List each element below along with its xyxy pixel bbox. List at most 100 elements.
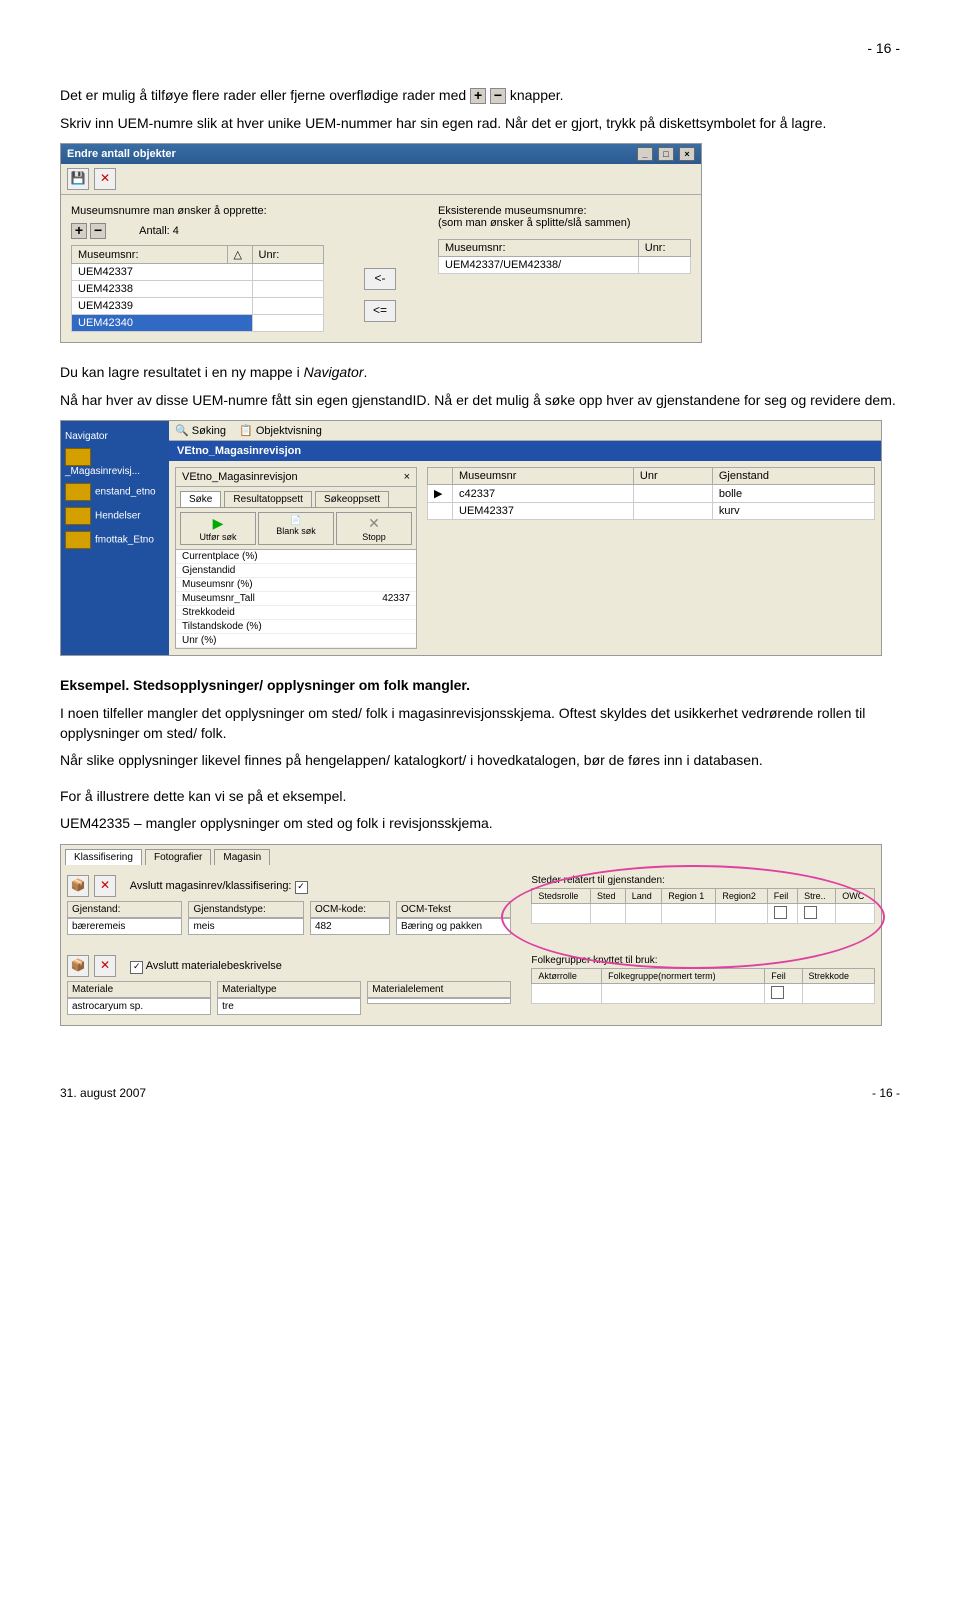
stop-button[interactable]: ✕Stopp — [336, 512, 412, 545]
close-icon[interactable]: × — [404, 471, 410, 483]
col[interactable]: Stre.. — [798, 888, 836, 903]
col-gjenstand[interactable]: Gjenstand — [712, 468, 874, 485]
param-row[interactable]: Museumsnr (%) — [176, 578, 416, 592]
tab-fotografier[interactable]: Fotografier — [145, 849, 211, 865]
label-ocm: OCM-kode: — [310, 901, 390, 918]
save-icon[interactable]: 💾 — [67, 168, 89, 190]
param-row[interactable]: Unr (%) — [176, 634, 416, 648]
table-row-selected[interactable]: UEM42340 — [72, 315, 253, 332]
col[interactable]: Feil — [767, 888, 797, 903]
close-icon[interactable]: × — [679, 147, 695, 161]
panel-title: VEtno_Magasinrevisjon — [169, 441, 881, 461]
maximize-icon[interactable]: □ — [658, 147, 674, 161]
folk-table: Aktørrolle Folkegruppe(normert term) Fei… — [531, 968, 875, 1004]
col-museumsnr[interactable]: Museumsnr: — [72, 246, 228, 264]
table-row[interactable] — [532, 983, 875, 1003]
col[interactable]: Folkegruppe(normert term) — [602, 968, 765, 983]
col[interactable]: Sted — [590, 888, 625, 903]
param-row[interactable]: Strekkodeid — [176, 606, 416, 620]
search-panel-title: VEtno_Magasinrevisjon — [182, 471, 298, 483]
page-number-top: - 16 - — [60, 40, 900, 56]
folder-icon — [65, 531, 91, 549]
navigator-label: Navigator — [65, 431, 165, 442]
col[interactable]: OWC — [836, 888, 875, 903]
input-gjenstandstype[interactable]: meis — [188, 918, 303, 935]
tab-sokeopp[interactable]: Søkeoppsett — [315, 491, 389, 507]
sidebar-item[interactable]: enstand_etno — [65, 483, 165, 501]
minimize-icon[interactable]: _ — [637, 147, 653, 161]
delete-icon[interactable]: ✕ — [94, 168, 116, 190]
plus-icon: + — [470, 88, 486, 104]
col[interactable]: Stedsrolle — [532, 888, 591, 903]
param-row[interactable]: Tilstandskode (%) — [176, 620, 416, 634]
table-row[interactable]: UEM42337kurv — [428, 503, 875, 520]
col[interactable]: Region2 — [716, 888, 767, 903]
heading-eksempel: Eksempel. Stedsopplysninger/ opplysninge… — [60, 676, 900, 696]
input-materiale[interactable]: astrocaryum sp. — [67, 998, 211, 1015]
delete-icon[interactable]: ✕ — [94, 955, 116, 977]
table-row[interactable]: UEM42337 — [72, 264, 253, 281]
col-unr[interactable]: Unr — [633, 468, 712, 485]
input-ocm[interactable]: 482 — [310, 918, 390, 935]
col[interactable]: Land — [625, 888, 661, 903]
label-materialtype: Materialtype — [217, 981, 361, 998]
tab-soking[interactable]: Søking — [192, 425, 226, 437]
navigator-sidebar: Navigator _Magasinrevisj... enstand_etno… — [61, 421, 169, 655]
input-materialelement[interactable] — [367, 998, 511, 1004]
label-gjenstandstype: Gjenstandstype: — [188, 901, 303, 918]
tab-soke[interactable]: Søke — [180, 491, 221, 507]
add-row-icon[interactable]: + — [71, 223, 87, 239]
delete-icon[interactable]: ✕ — [94, 875, 116, 897]
table-row[interactable]: UEM42338 — [72, 281, 253, 298]
steder-table: Stedsrolle Sted Land Region 1 Region2 Fe… — [531, 888, 875, 924]
col-unr-r[interactable]: Unr: — [638, 240, 690, 257]
sidebar-item[interactable]: Hendelser — [65, 507, 165, 525]
tab-objektvisning[interactable]: Objektvisning — [256, 425, 322, 437]
paragraph-4: Nå har hver av disse UEM-numre fått sin … — [60, 391, 900, 411]
col[interactable]: Aktørrolle — [532, 968, 602, 983]
object-icon[interactable]: 📦 — [67, 955, 89, 977]
move-left-button[interactable]: <- — [364, 268, 396, 290]
input-materialtype[interactable]: tre — [217, 998, 361, 1015]
label-gjenstand: Gjenstand: — [67, 901, 182, 918]
para3-b: Navigator — [304, 364, 364, 380]
tab-klassifisering[interactable]: Klassifisering — [65, 849, 142, 865]
param-row[interactable]: Museumsnr_Tall42337 — [176, 592, 416, 606]
screenshot-klassifisering: Klassifisering Fotografier Magasin 📦 ✕ A… — [60, 844, 882, 1026]
col[interactable]: Region 1 — [662, 888, 716, 903]
param-row[interactable]: Currentplace (%) — [176, 550, 416, 564]
col-museumsnr-r[interactable]: Museumsnr: — [439, 240, 639, 257]
move-all-left-button[interactable]: <= — [364, 300, 396, 322]
col-unr[interactable]: Unr: — [252, 246, 323, 264]
input-gjenstand[interactable]: bæreremeis — [67, 918, 182, 935]
count-label: Antall: 4 — [139, 225, 179, 237]
sidebar-item[interactable]: fmottak_Etno — [65, 531, 165, 549]
table-row[interactable]: UEM42337/UEM42338/ — [439, 257, 639, 274]
object-icon[interactable]: 📦 — [67, 875, 89, 897]
paragraph-6: Når slike opplysninger likevel finnes på… — [60, 751, 900, 771]
footer-page: - 16 - — [872, 1086, 900, 1100]
remove-row-icon[interactable]: − — [90, 223, 106, 239]
tab-magasin[interactable]: Magasin — [214, 849, 270, 865]
table-row[interactable] — [532, 903, 875, 923]
col[interactable]: Feil — [765, 968, 802, 983]
checkbox-avslutt[interactable]: ✓ — [295, 881, 308, 894]
window-title: Endre antall objekter — [67, 148, 176, 160]
search-params: Currentplace (%) Gjenstandid Museumsnr (… — [176, 550, 416, 648]
table-row[interactable]: UEM42339 — [72, 298, 253, 315]
blank-search-button[interactable]: 📄Blank søk — [258, 512, 334, 545]
paragraph-1: Det er mulig å tilføye flere rader eller… — [60, 86, 900, 106]
input-ocmtekst[interactable]: Bæring og pakken — [396, 918, 511, 935]
param-row[interactable]: Gjenstandid — [176, 564, 416, 578]
run-search-button[interactable]: ▶Utfør søk — [180, 512, 256, 545]
sidebar-item[interactable]: _Magasinrevisj... — [65, 448, 165, 477]
checkbox-avslutt2[interactable]: ✓ — [130, 961, 143, 974]
folder-icon — [65, 507, 91, 525]
col-museumsnr[interactable]: Museumsnr — [453, 468, 634, 485]
col[interactable]: Strekkode — [802, 968, 874, 983]
footer-date: 31. august 2007 — [60, 1086, 146, 1100]
folder-icon — [65, 448, 91, 466]
paragraph-7: For å illustrere dette kan vi se på et e… — [60, 787, 900, 807]
tab-resultat[interactable]: Resultatoppsett — [224, 491, 312, 507]
table-row[interactable]: ▶c42337bolle — [428, 485, 875, 503]
